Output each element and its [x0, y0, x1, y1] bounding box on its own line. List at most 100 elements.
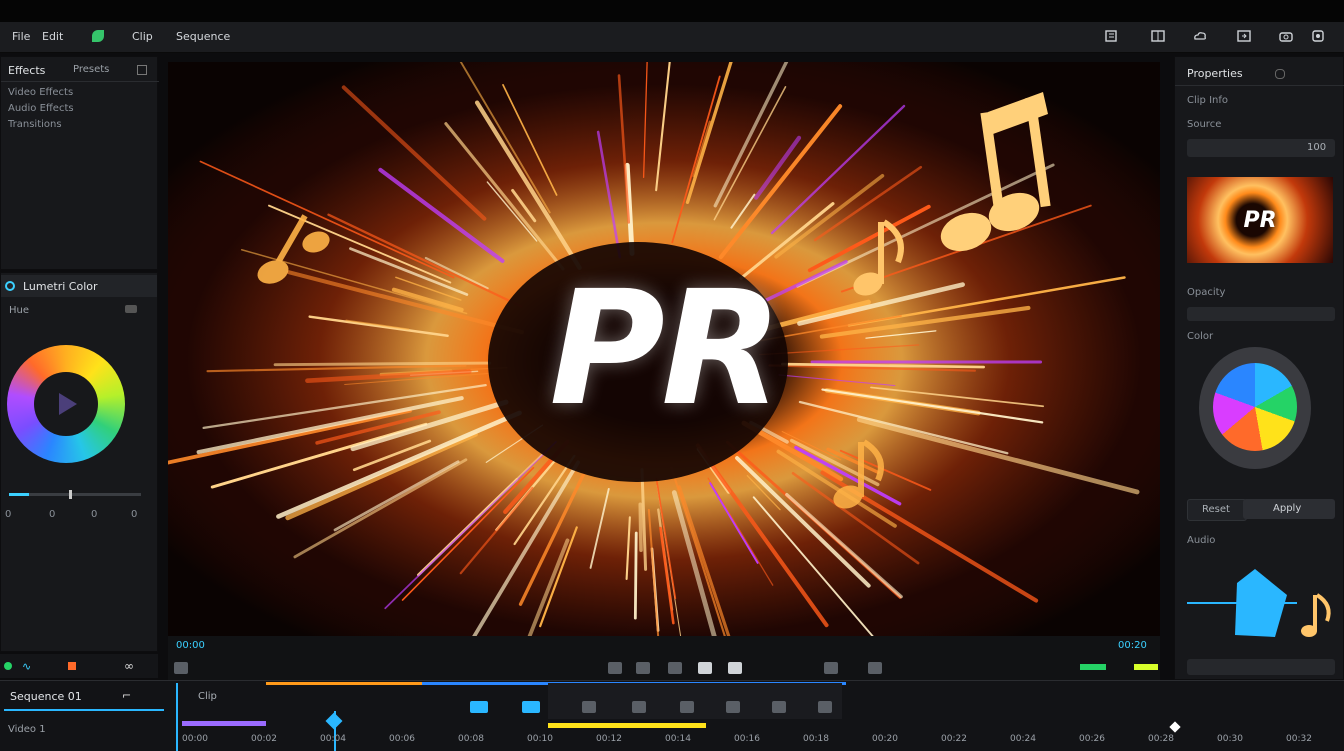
playhead[interactable] — [334, 711, 336, 751]
blue-clip-1[interactable] — [470, 701, 488, 713]
effects-row-audio[interactable]: Audio Effects — [8, 103, 74, 114]
purple-clip[interactable] — [182, 721, 266, 726]
overwrite-button[interactable] — [868, 662, 882, 674]
ruler-tick-label: 00:06 — [389, 734, 415, 744]
marker-diamond[interactable] — [1169, 721, 1180, 732]
layout-icon[interactable] — [1150, 28, 1166, 44]
ruler-tick-label: 00:22 — [941, 734, 967, 744]
play-button[interactable] — [698, 662, 712, 674]
menu-sequence[interactable]: Sequence — [176, 30, 230, 43]
tool-button-2[interactable] — [632, 701, 646, 713]
step-forward-button[interactable] — [728, 662, 742, 674]
scale-field[interactable]: 100 — [1187, 139, 1335, 157]
ruler-tick-label: 00:04 — [320, 734, 346, 744]
lumetri-icon — [5, 281, 15, 291]
ruler-tick-label: 00:18 — [803, 734, 829, 744]
ruler-tick-label: 00:10 — [527, 734, 553, 744]
tool-button-5[interactable] — [772, 701, 786, 713]
ruler-tick-label: 00:00 — [182, 734, 208, 744]
stop-button[interactable] — [668, 662, 682, 674]
divider — [1175, 85, 1344, 86]
clip-info-row: Clip Info — [1187, 95, 1228, 106]
menu-bar: File Edit Clip Sequence — [0, 22, 1344, 53]
presets-tab[interactable]: Presets — [73, 64, 109, 75]
sequence-name[interactable]: Sequence 01 — [10, 690, 82, 703]
left-bottom-toolbar: ∿ ∞ — [0, 654, 158, 678]
green-dot-icon[interactable] — [4, 662, 12, 670]
title-bar — [0, 0, 1344, 22]
audio-label: Audio — [1187, 535, 1215, 546]
thumbnail-text: PR — [1187, 177, 1333, 263]
clip-label: Clip — [198, 691, 217, 702]
color-wheel[interactable] — [7, 345, 125, 463]
tool-button-4[interactable] — [726, 701, 740, 713]
link-icon[interactable]: ∞ — [124, 659, 134, 673]
ruler-tick-label: 00:26 — [1079, 734, 1105, 744]
blue-clip-2[interactable] — [522, 701, 540, 713]
insert-button[interactable] — [824, 662, 838, 674]
viewer-timecode-right: 00:20 — [1118, 640, 1147, 651]
pr-title-text: PR — [168, 62, 1160, 636]
effects-row-video[interactable]: Video Effects — [8, 87, 73, 98]
effects-row-transitions[interactable]: Transitions — [8, 119, 62, 130]
lumetri-title: Lumetri Color — [23, 280, 98, 293]
ruler-tick-label: 00:14 — [665, 734, 691, 744]
value-1: 0 — [5, 509, 11, 520]
menu-edit[interactable]: Edit — [42, 30, 63, 43]
camera-icon[interactable] — [1278, 28, 1294, 44]
layers-icon[interactable] — [1104, 28, 1120, 44]
step-back-button[interactable] — [608, 662, 622, 674]
value-3: 0 — [91, 509, 97, 520]
audio-keyframe-graph[interactable] — [1187, 565, 1343, 645]
properties-menu-icon[interactable] — [1275, 69, 1285, 79]
wheel-label: Hue — [9, 305, 29, 316]
tool-button-3[interactable] — [680, 701, 694, 713]
wave-icon[interactable]: ∿ — [22, 660, 31, 673]
tool-button-6[interactable] — [818, 701, 832, 713]
lumetri-panel: Lumetri Color Hue 0 0 0 0 — [0, 272, 158, 652]
yellow-meter — [1134, 664, 1158, 670]
program-monitor[interactable]: PR — [168, 62, 1160, 636]
settings-icon[interactable] — [1310, 28, 1326, 44]
divider — [1, 81, 159, 82]
reset-button[interactable]: Reset — [1187, 499, 1247, 521]
reset-label: Reset — [1202, 504, 1230, 515]
fit-button[interactable] — [174, 662, 188, 674]
menu-clip[interactable]: Clip — [132, 30, 153, 43]
timeline-left-border — [176, 683, 178, 751]
play-back-button[interactable] — [636, 662, 650, 674]
opacity-label: Opacity — [1187, 287, 1225, 298]
properties-panel: Properties Clip Info Source 100 PR Opaci… — [1174, 56, 1344, 680]
snap-icon[interactable]: ⌐ — [122, 689, 131, 702]
opacity-field[interactable] — [1187, 307, 1335, 321]
sequence-tab-underline — [4, 709, 164, 711]
green-meter — [1080, 664, 1106, 670]
effects-panel-title: Effects — [8, 64, 45, 77]
ruler-tick-label: 00:20 — [872, 734, 898, 744]
properties-title: Properties — [1187, 67, 1243, 80]
panel-menu-icon[interactable] — [137, 65, 147, 75]
audio-field[interactable] — [1187, 659, 1335, 675]
export-icon[interactable] — [1236, 28, 1252, 44]
apply-label: Apply — [1273, 503, 1301, 514]
viewer-timecode-left: 00:00 — [176, 640, 205, 651]
ruler-tick-label: 00:12 — [596, 734, 622, 744]
track-label: Video 1 — [8, 724, 46, 735]
yellow-clip[interactable] — [548, 723, 706, 728]
ruler-tick-label: 00:32 — [1286, 734, 1312, 744]
apply-button[interactable]: Apply — [1243, 499, 1335, 519]
effects-panel: Effects Presets Video Effects Audio Effe… — [0, 56, 158, 270]
source-row: Source — [1187, 119, 1221, 130]
ruler-tick-label: 00:24 — [1010, 734, 1036, 744]
cloud-icon[interactable] — [1192, 28, 1208, 44]
menu-file[interactable]: File — [12, 30, 30, 43]
play-icon[interactable] — [55, 391, 81, 417]
wheel-toggle[interactable] — [125, 305, 137, 313]
marker-icon[interactable] — [68, 662, 76, 670]
tool-button-1[interactable] — [582, 701, 596, 713]
lumetri-slider[interactable] — [9, 493, 141, 496]
audio-note-icon — [1301, 595, 1329, 637]
scale-value: 100 — [1307, 142, 1326, 153]
color-pie[interactable] — [1199, 347, 1311, 469]
clip-thumbnail[interactable]: PR — [1187, 177, 1333, 263]
